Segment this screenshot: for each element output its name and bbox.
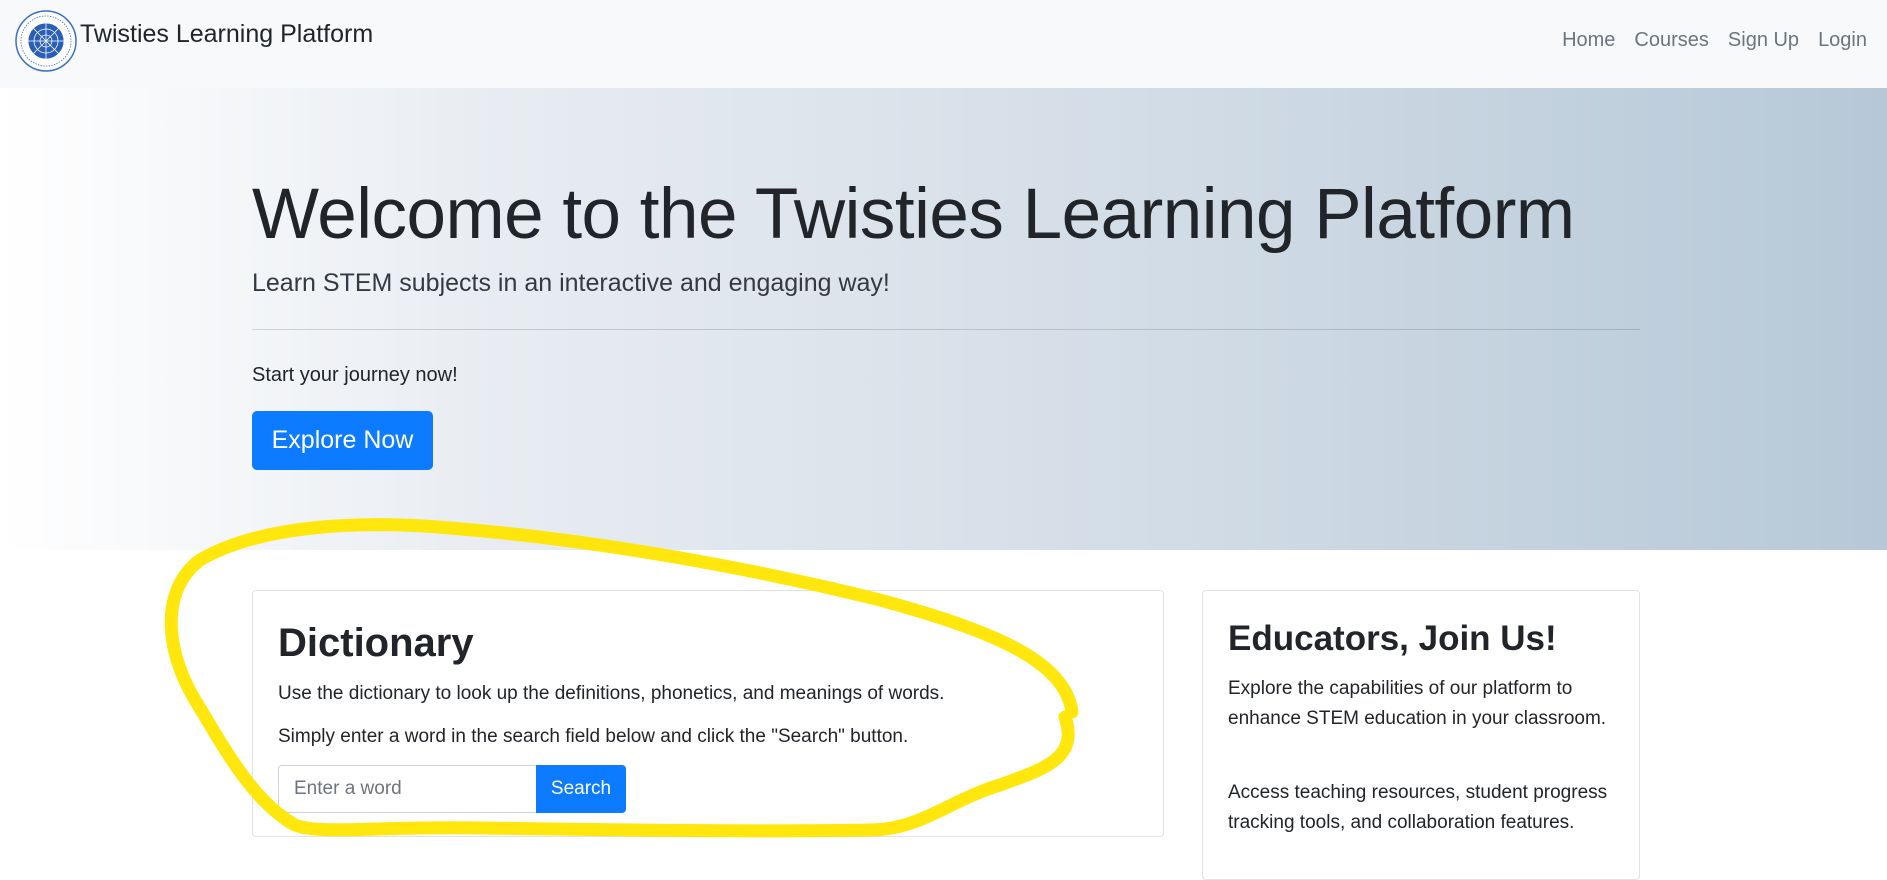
search-group: Search (278, 765, 626, 813)
dictionary-card: Dictionary Use the dictionary to look up… (252, 590, 1164, 837)
word-search-input[interactable] (278, 765, 536, 813)
hero-title: Welcome to the Twisties Learning Platfor… (252, 175, 1575, 254)
dictionary-title: Dictionary (278, 621, 474, 665)
nav-sign-up[interactable]: Sign Up (1728, 29, 1799, 52)
nav-home[interactable]: Home (1562, 29, 1615, 52)
nav-login[interactable]: Login (1818, 29, 1867, 52)
navbar: Twisties Learning Platform Home Courses … (0, 0, 1887, 88)
educators-card: Educators, Join Us! Explore the capabili… (1202, 590, 1640, 880)
educators-title: Educators, Join Us! (1228, 619, 1557, 658)
search-button[interactable]: Search (536, 765, 626, 813)
explore-now-button[interactable]: Explore Now (252, 411, 433, 470)
logo-icon (15, 10, 77, 72)
dictionary-instructions: Simply enter a word in the search field … (278, 726, 909, 747)
hero-lead: Learn STEM subjects in an interactive an… (252, 269, 890, 297)
dictionary-description: Use the dictionary to look up the defini… (278, 683, 945, 704)
hero-text: Start your journey now! (252, 364, 458, 386)
nav-courses[interactable]: Courses (1634, 29, 1708, 52)
educators-text-1: Explore the capabilities of our platform… (1228, 678, 1607, 729)
hero-divider (252, 329, 1640, 330)
brand[interactable]: Twisties Learning Platform (14, 8, 373, 74)
brand-name[interactable]: Twisties Learning Platform (80, 20, 373, 49)
nav-links: Home Courses Sign Up Login (1543, 29, 1867, 52)
hero-content: Welcome to the Twisties Learning Platfor… (252, 88, 1640, 550)
hero: Welcome to the Twisties Learning Platfor… (0, 88, 1887, 550)
educators-text-2: Access teaching resources, student progr… (1228, 782, 1608, 833)
